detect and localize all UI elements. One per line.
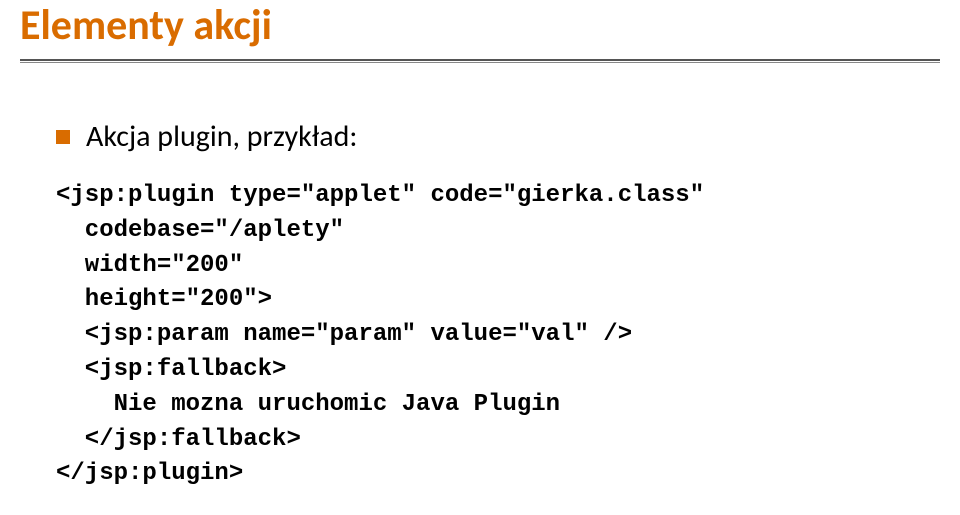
content-area: Akcja plugin, przykład: <jsp:plugin type… (0, 63, 960, 492)
title-area: Elementy akcji (0, 0, 960, 63)
slide-title: Elementy akcji (20, 0, 940, 51)
title-divider (20, 59, 940, 61)
bullet-item: Akcja plugin, przykład: (56, 118, 920, 155)
bullet-text: Akcja plugin, przykład: (86, 118, 357, 155)
bullet-icon (56, 130, 70, 144)
slide-container: Elementy akcji Akcja plugin, przykład: <… (0, 0, 960, 515)
code-block: <jsp:plugin type="applet" code="gierka.c… (56, 179, 920, 492)
